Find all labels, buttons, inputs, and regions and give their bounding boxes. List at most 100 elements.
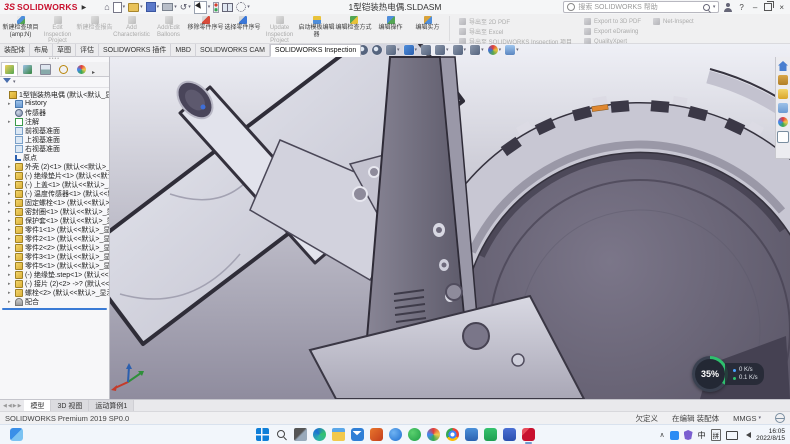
reader-icon[interactable] bbox=[465, 428, 478, 441]
3d-views-tab[interactable]: 3D 视图 bbox=[51, 400, 89, 411]
expand-arrow-icon[interactable]: ▸ bbox=[8, 119, 13, 125]
tab-sw-cam[interactable]: SOLIDWORKS CAM bbox=[196, 44, 270, 57]
expand-arrow-icon[interactable]: ▸ bbox=[8, 164, 13, 170]
add-characteristic-button[interactable]: Add Characteristic bbox=[113, 14, 150, 43]
viewport-display-icon[interactable] bbox=[222, 3, 233, 12]
expand-arrow-icon[interactable]: ▸ bbox=[8, 209, 13, 215]
design-library-icon[interactable] bbox=[778, 75, 788, 85]
previous-view-icon[interactable]: ▾ bbox=[386, 45, 400, 55]
home-icon[interactable]: ⌂ bbox=[104, 3, 109, 12]
filter-funnel-icon[interactable] bbox=[3, 78, 11, 87]
view-orientation-icon[interactable]: ▾ bbox=[435, 45, 449, 55]
performance-icon[interactable] bbox=[213, 2, 219, 13]
expand-arrow-icon[interactable]: ▸ bbox=[8, 200, 13, 206]
tree-item[interactable]: ▸ 前视基准面 bbox=[0, 126, 109, 135]
expand-arrow-icon[interactable]: ▸ bbox=[8, 191, 13, 197]
model-render[interactable] bbox=[110, 44, 790, 399]
expand-arrow-icon[interactable]: ▸ bbox=[8, 272, 13, 278]
ime-language[interactable]: 中 bbox=[698, 430, 706, 441]
tree-item[interactable]: ▸ 注解 bbox=[0, 117, 109, 126]
tree-item[interactable]: ▸ 保护套<1> (默认<<默认>_显示状 bbox=[0, 216, 109, 225]
tray-expand-icon[interactable]: ∧ bbox=[659, 431, 664, 439]
expand-arrow-icon[interactable]: ▸ bbox=[8, 227, 13, 233]
tab-sw-inspection[interactable]: SOLIDWORKS Inspection bbox=[270, 44, 361, 57]
expand-arrow-icon[interactable]: ▸ bbox=[8, 299, 13, 305]
tab-evaluate[interactable]: 评估 bbox=[76, 44, 99, 57]
tree-item[interactable]: ▸ 零件2<2> (默认<<默认>_显示状态 bbox=[0, 243, 109, 252]
minimize-button[interactable]: – bbox=[751, 3, 759, 12]
solidworks-taskbar-icon[interactable] bbox=[522, 428, 535, 441]
expand-arrow-icon[interactable]: ▸ bbox=[8, 101, 13, 107]
tree-item[interactable]: ▸ 右视基准面 bbox=[0, 144, 109, 153]
export-excel[interactable]: 导出至 Excel bbox=[459, 27, 572, 36]
tree-item[interactable]: ▸ (-) 绝缘垫片<1> (默认<<默认>_显 bbox=[0, 171, 109, 180]
tree-item[interactable]: ▸ 零件5<1> (默认<<默认>_显示状态 bbox=[0, 261, 109, 270]
chrome-icon[interactable] bbox=[446, 428, 459, 441]
restore-button[interactable] bbox=[764, 3, 772, 11]
rollback-bar[interactable] bbox=[2, 308, 107, 310]
tree-item[interactable]: ▸ History bbox=[0, 99, 109, 108]
new-inspection-project-button[interactable]: 新建检查项目 (amp;N) bbox=[2, 14, 39, 43]
tree-item[interactable]: ▸ 零件3<1> (默认<<默认>_显示状态 bbox=[0, 252, 109, 261]
tree-item[interactable]: ▸ 配合 bbox=[0, 297, 109, 306]
browser-icon[interactable] bbox=[427, 428, 440, 441]
add-edit-balloons-button[interactable]: Add/Edit Balloons bbox=[150, 14, 187, 43]
help-button[interactable]: ? bbox=[737, 3, 745, 12]
edit-inspection-method-button[interactable]: 编辑检查方式 bbox=[335, 14, 372, 43]
edit-appearance-icon[interactable]: ▾ bbox=[488, 45, 502, 55]
model-tab[interactable]: 模型 bbox=[24, 400, 51, 411]
word-icon[interactable] bbox=[503, 428, 516, 441]
print-icon[interactable]: ▾ bbox=[162, 3, 177, 11]
tab-assembly[interactable]: 装配体 bbox=[0, 44, 30, 57]
tab-layout[interactable]: 布局 bbox=[30, 44, 53, 57]
tab-sw-addins[interactable]: SOLIDWORKS 插件 bbox=[99, 44, 171, 57]
search-input[interactable]: 搜索 SOLIDWORKS 帮助 ▾ bbox=[563, 1, 719, 13]
tree-item[interactable]: ▸ 零件2<1> (默认<<默认>_显示状态 bbox=[0, 234, 109, 243]
app360-icon[interactable] bbox=[408, 428, 421, 441]
file-explorer-icon[interactable] bbox=[778, 89, 788, 99]
tree-item[interactable]: ▸ 传感器 bbox=[0, 108, 109, 117]
dimxpert-manager-tab[interactable] bbox=[55, 62, 72, 76]
net-inspect[interactable]: Net-Inspect bbox=[653, 17, 694, 26]
hide-show-items-icon[interactable]: ▾ bbox=[470, 45, 484, 55]
undo-icon[interactable]: ↺▾ bbox=[180, 3, 191, 12]
start-icon[interactable] bbox=[256, 428, 269, 441]
close-button[interactable]: × bbox=[777, 3, 786, 12]
configuration-manager-tab[interactable] bbox=[37, 62, 54, 76]
tree-item[interactable]: ▸ (-) 上盖<1> (默认<<默认>_显示状 bbox=[0, 180, 109, 189]
tree-item[interactable]: ▸ (-) 绝缘垫.step<1> (默认<<默认> bbox=[0, 270, 109, 279]
tree-item[interactable]: ▸ (-) 温度传感器<1> (默认<<默认>_ bbox=[0, 189, 109, 198]
remove-balloons-button[interactable]: 移除零件序号 bbox=[187, 14, 224, 43]
expand-arrow-icon[interactable]: ▸ bbox=[8, 245, 13, 251]
propertymanager-tab[interactable] bbox=[19, 62, 36, 76]
launch-template-editor-button[interactable]: 启动模板编辑器 bbox=[298, 14, 335, 43]
section-view-icon[interactable]: ▾ bbox=[404, 45, 418, 55]
new-document-icon[interactable]: ▾ bbox=[113, 2, 126, 13]
save-icon[interactable]: ▾ bbox=[146, 2, 160, 12]
expand-arrow-icon[interactable]: ▸ bbox=[8, 254, 13, 260]
tree-item[interactable]: ▸ 固定螺栓<1> (默认<<默认>_显示 bbox=[0, 198, 109, 207]
tray-app-icon[interactable] bbox=[670, 431, 679, 440]
view-settings-icon[interactable]: ▾ bbox=[505, 45, 519, 55]
taskview-icon[interactable] bbox=[294, 428, 307, 441]
tab-mbd[interactable]: MBD bbox=[171, 44, 196, 57]
wps-icon[interactable] bbox=[484, 428, 497, 441]
custom-properties-icon[interactable] bbox=[777, 131, 789, 143]
export-edrawing[interactable]: Export eDrawing bbox=[584, 27, 641, 36]
tab-sketch[interactable]: 草图 bbox=[53, 44, 76, 57]
expand-arrow-icon[interactable]: ▸ bbox=[8, 290, 13, 296]
open-document-icon[interactable]: ▾ bbox=[128, 3, 143, 12]
select-tool-icon[interactable]: ▾ bbox=[194, 1, 211, 14]
tree-item[interactable]: ▸ 1型铠装热电偶 (默认<默认_显示状态-1 bbox=[0, 90, 109, 99]
display-manager-tab[interactable] bbox=[73, 62, 90, 76]
tree-item[interactable]: ▸ 密封圈<1> (默认<<默认>_显示状 bbox=[0, 207, 109, 216]
panel-tabs-overflow-icon[interactable]: ▸ bbox=[92, 69, 95, 76]
netdisk-icon[interactable] bbox=[389, 428, 402, 441]
edit-spec-button[interactable]: 编辑实方 bbox=[409, 14, 446, 43]
featuremanager-tree-tab[interactable] bbox=[1, 62, 18, 76]
solidworks-resources-icon[interactable] bbox=[778, 61, 788, 71]
status-globe-icon[interactable] bbox=[775, 413, 785, 423]
menu-flyout-icon[interactable]: ▶ bbox=[82, 4, 87, 11]
appearances-scenes-icon[interactable] bbox=[778, 117, 788, 127]
zoom-area-icon[interactable]: ▾ bbox=[372, 45, 382, 55]
